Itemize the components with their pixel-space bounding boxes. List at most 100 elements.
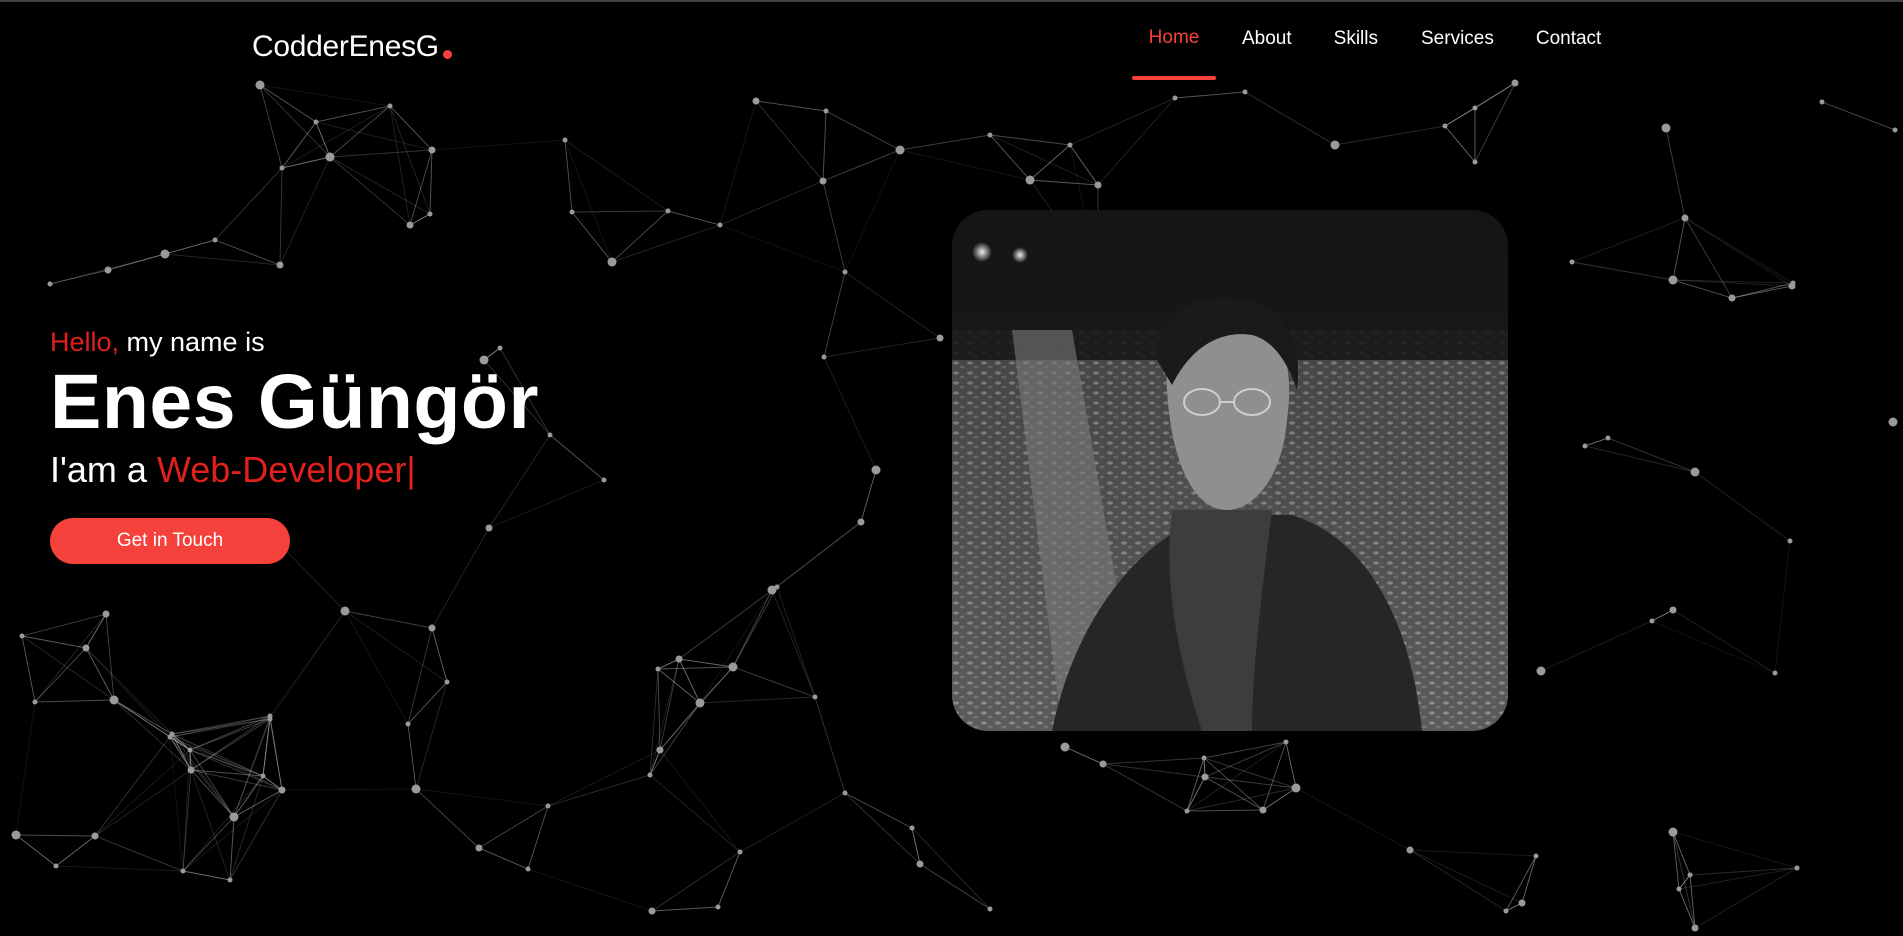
network-node xyxy=(767,585,777,595)
network-node xyxy=(1661,123,1671,133)
network-node xyxy=(475,844,483,852)
network-node xyxy=(607,257,617,267)
network-node xyxy=(1201,755,1207,761)
role-typed-text: Web-Developer| xyxy=(156,449,416,490)
main-nav: Home About Skills Services Contact xyxy=(1132,0,1601,80)
network-node xyxy=(1728,294,1736,302)
network-node xyxy=(325,152,335,162)
role-prefix: I'am a xyxy=(50,449,157,490)
network-node xyxy=(1472,159,1478,165)
network-node xyxy=(562,137,568,143)
network-node xyxy=(987,132,993,138)
network-node xyxy=(717,222,723,228)
nav-services[interactable]: Services xyxy=(1421,0,1494,80)
network-node xyxy=(1669,606,1677,614)
network-node xyxy=(909,825,915,831)
network-node xyxy=(987,906,993,912)
network-node xyxy=(1819,99,1825,105)
network-node xyxy=(47,281,53,287)
network-node xyxy=(821,354,827,360)
network-node xyxy=(32,699,38,705)
network-node xyxy=(1649,618,1655,624)
network-node xyxy=(857,518,865,526)
network-node xyxy=(695,698,705,708)
network-node xyxy=(842,269,848,275)
network-node xyxy=(1787,538,1793,544)
network-node xyxy=(655,666,661,672)
nav-about[interactable]: About xyxy=(1242,0,1292,80)
network-node xyxy=(255,80,265,90)
network-node xyxy=(53,863,59,869)
network-node xyxy=(260,773,266,779)
network-node xyxy=(1794,865,1800,871)
network-node xyxy=(1172,95,1178,101)
network-node xyxy=(1406,846,1414,854)
network-node xyxy=(842,790,848,796)
network-node xyxy=(1681,214,1689,222)
nav-home[interactable]: Home xyxy=(1132,0,1216,80)
network-node xyxy=(647,772,653,778)
network-node xyxy=(1892,127,1898,133)
network-node xyxy=(656,746,664,754)
logo-dot-icon xyxy=(442,50,452,59)
network-node xyxy=(279,165,285,171)
network-node xyxy=(405,721,411,727)
site-logo[interactable]: CodderEnesG xyxy=(252,30,452,64)
network-node xyxy=(227,877,233,883)
network-node xyxy=(1518,899,1526,907)
network-node xyxy=(1060,742,1070,752)
network-node xyxy=(1536,666,1546,676)
network-node xyxy=(1291,783,1301,793)
network-node xyxy=(819,177,827,185)
network-node xyxy=(1676,886,1682,892)
network-node xyxy=(823,108,829,114)
network-node xyxy=(104,266,112,274)
network-node xyxy=(387,103,393,109)
network-node xyxy=(715,904,721,910)
network-node xyxy=(11,830,21,840)
network-node xyxy=(665,208,671,214)
network-node xyxy=(229,812,239,822)
network-node xyxy=(1472,105,1478,111)
nav-contact[interactable]: Contact xyxy=(1536,0,1601,80)
network-node xyxy=(411,784,421,794)
profile-photo xyxy=(952,210,1508,731)
network-node xyxy=(1687,872,1693,878)
hero-section: Hello, my name is Enes Güngör I'am a Web… xyxy=(50,324,539,564)
network-node xyxy=(737,849,743,855)
network-node xyxy=(916,860,924,868)
network-node xyxy=(1690,467,1700,477)
network-node xyxy=(1691,924,1699,932)
network-node xyxy=(752,97,760,105)
get-in-touch-button[interactable]: Get in Touch xyxy=(50,518,290,564)
network-node xyxy=(1511,79,1519,87)
network-node xyxy=(1605,435,1611,441)
network-node xyxy=(1790,280,1796,286)
network-node xyxy=(812,694,818,700)
network-node xyxy=(167,734,173,740)
network-node xyxy=(1201,773,1209,781)
network-node xyxy=(1668,827,1678,837)
network-node xyxy=(428,624,436,632)
network-node xyxy=(1569,259,1575,265)
network-node xyxy=(525,866,531,872)
network-node xyxy=(19,633,25,639)
network-node xyxy=(1888,417,1898,427)
network-node xyxy=(278,786,286,794)
network-node xyxy=(895,145,905,155)
network-node xyxy=(1668,275,1678,285)
logo-text: CodderEnesG xyxy=(252,30,439,63)
network-node xyxy=(340,606,350,616)
network-node xyxy=(1533,853,1539,859)
network-node xyxy=(313,119,319,125)
network-node xyxy=(102,610,110,618)
network-node xyxy=(180,868,186,874)
network-node xyxy=(871,465,881,475)
network-node xyxy=(212,237,218,243)
network-node xyxy=(160,249,170,259)
network-node xyxy=(1582,443,1588,449)
network-node xyxy=(1094,181,1102,189)
network-node xyxy=(1184,808,1190,814)
nav-skills[interactable]: Skills xyxy=(1334,0,1378,80)
network-node xyxy=(1442,123,1448,129)
